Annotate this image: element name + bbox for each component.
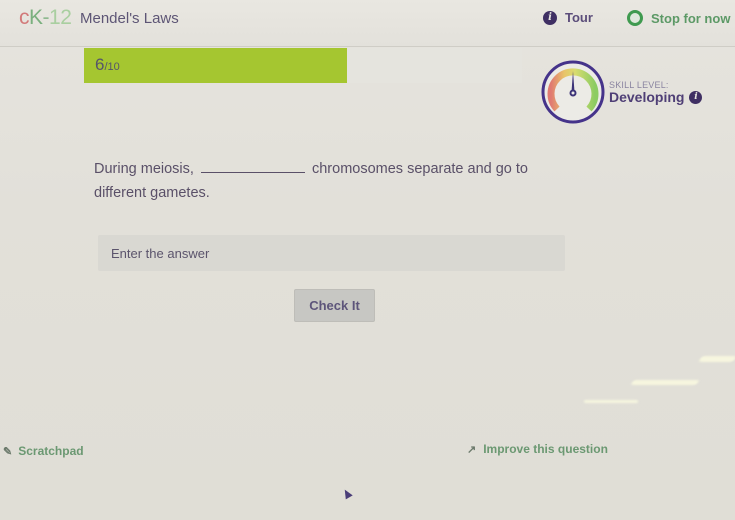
skill-level-value: Developing i bbox=[609, 89, 703, 105]
logo-num: 12 bbox=[49, 6, 72, 29]
progress-total: /10 bbox=[104, 61, 120, 73]
screen-glare bbox=[630, 380, 700, 385]
progress-bar: 6/10 bbox=[84, 48, 522, 83]
stop-circle-icon bbox=[627, 10, 643, 26]
improve-question-link[interactable]: ↗ Improve this question bbox=[467, 442, 608, 456]
scratchpad-link[interactable]: ✎ Scratchpad bbox=[3, 444, 84, 458]
info-icon: i bbox=[543, 10, 557, 25]
tour-button[interactable]: i Tour bbox=[543, 10, 593, 25]
progress-fill bbox=[84, 48, 347, 83]
logo-c: c bbox=[19, 6, 30, 29]
improve-label: Improve this question bbox=[483, 442, 608, 456]
pencil-icon: ✎ bbox=[3, 445, 13, 458]
stop-label: Stop for now bbox=[651, 10, 731, 26]
top-bar: cK-12 Mendel's Laws i Tour Stop for now bbox=[0, 0, 735, 47]
ck12-logo[interactable]: cK-12 bbox=[19, 6, 72, 30]
progress-label: 6/10 bbox=[95, 55, 120, 75]
screen-glare bbox=[698, 356, 735, 362]
trend-icon: ↗ bbox=[467, 443, 477, 456]
skill-level-text: Developing bbox=[609, 89, 685, 105]
screen-glare bbox=[584, 400, 638, 403]
page-title: Mendel's Laws bbox=[80, 10, 179, 27]
skill-info-icon[interactable]: i bbox=[689, 90, 703, 104]
stop-for-now-button[interactable]: Stop for now bbox=[627, 10, 730, 26]
tour-label: Tour bbox=[565, 10, 593, 25]
check-it-button[interactable]: Check It bbox=[294, 289, 375, 322]
question-blank bbox=[200, 158, 305, 173]
question-text: During meiosis, chromosomes separate and… bbox=[94, 157, 564, 205]
question-before-blank: During meiosis, bbox=[94, 161, 194, 177]
skill-gauge-icon bbox=[541, 60, 605, 124]
logo-k: K bbox=[29, 6, 43, 29]
scratchpad-label: Scratchpad bbox=[18, 444, 84, 458]
answer-input[interactable] bbox=[98, 235, 565, 271]
